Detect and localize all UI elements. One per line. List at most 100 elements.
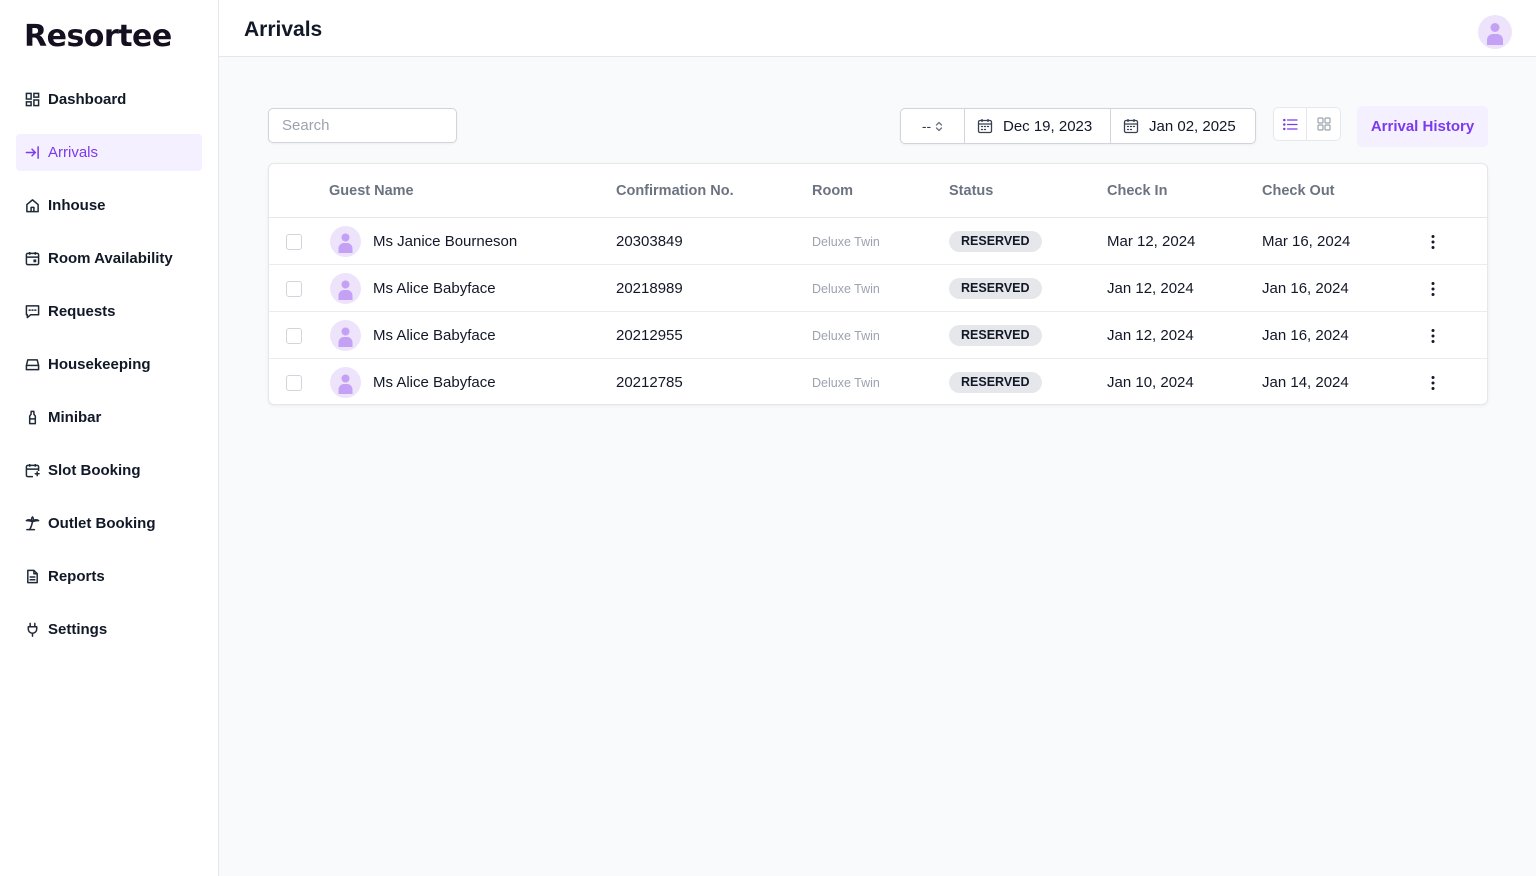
sidebar-item-outlet-booking[interactable]: Outlet Booking — [16, 505, 202, 542]
table-row[interactable]: Ms Janice Bourneson 20303849 Deluxe Twin… — [269, 218, 1487, 265]
palm-tree-icon — [24, 516, 40, 532]
guest-name: Ms Alice Babyface — [373, 327, 496, 344]
column-header-guest-name[interactable]: Guest Name — [329, 183, 414, 199]
sidebar-item-room-availability[interactable]: Room Availability — [16, 240, 202, 277]
status-badge: RESERVED — [949, 325, 1042, 346]
calendar-icon — [977, 119, 993, 134]
arrival-icon — [24, 145, 40, 161]
sidebar-item-dashboard[interactable]: Dashboard — [16, 81, 202, 118]
sidebar-item-label: Dashboard — [48, 91, 127, 108]
list-icon — [1282, 118, 1298, 130]
sidebar-item-inhouse[interactable]: Inhouse — [16, 187, 202, 224]
check-out-date: Jan 16, 2024 — [1262, 327, 1349, 344]
arrivals-table: Guest Name Confirmation No. Room Status … — [268, 163, 1488, 405]
dashboard-icon — [24, 92, 40, 108]
confirmation-number: 20212785 — [616, 374, 683, 391]
bottle-icon — [24, 410, 40, 426]
sidebar: Resortee Dashboard Arrivals Inhouse Room… — [0, 0, 219, 876]
confirmation-number: 20303849 — [616, 233, 683, 250]
calendar-icon — [1123, 119, 1139, 134]
room-type: Deluxe Twin — [812, 329, 880, 343]
home-icon — [24, 198, 40, 214]
sidebar-item-label: Housekeeping — [48, 356, 151, 373]
sidebar-item-slot-booking[interactable]: Slot Booking — [16, 452, 202, 489]
guest-avatar — [330, 367, 361, 398]
check-in-date: Jan 12, 2024 — [1107, 280, 1194, 297]
row-checkbox[interactable] — [286, 281, 302, 297]
column-header-status[interactable]: Status — [949, 183, 993, 199]
kebab-menu-icon — [1431, 282, 1435, 296]
column-header-confirmation[interactable]: Confirmation No. — [616, 183, 734, 199]
table-header: Guest Name Confirmation No. Room Status … — [269, 164, 1487, 218]
guest-name: Ms Janice Bourneson — [373, 233, 518, 250]
sidebar-item-label: Inhouse — [48, 197, 106, 214]
brand-name: Resortee — [24, 19, 172, 54]
kebab-menu-icon — [1431, 329, 1435, 343]
calendar-icon — [24, 251, 40, 267]
check-in-date: Mar 12, 2024 — [1107, 233, 1196, 250]
column-header-room[interactable]: Room — [812, 183, 853, 199]
end-date-button[interactable]: Jan 02, 2025 — [1111, 109, 1255, 143]
user-avatar-icon — [338, 233, 353, 253]
row-checkbox[interactable] — [286, 328, 302, 344]
search-input[interactable] — [268, 108, 457, 143]
sidebar-item-label: Reports — [48, 568, 105, 585]
date-range-picker: -- Dec 19, 2023 Jan 02, 2025 — [900, 108, 1256, 144]
table-row[interactable]: Ms Alice Babyface 20212955 Deluxe Twin R… — [269, 312, 1487, 359]
top-header: Arrivals — [219, 0, 1536, 57]
start-date-value: Dec 19, 2023 — [1003, 117, 1093, 135]
sidebar-item-label: Minibar — [48, 409, 102, 426]
user-avatar[interactable] — [1478, 15, 1512, 49]
column-header-check-out[interactable]: Check Out — [1262, 183, 1335, 199]
status-badge: RESERVED — [949, 231, 1042, 252]
confirmation-number: 20212955 — [616, 327, 683, 344]
check-in-date: Jan 12, 2024 — [1107, 327, 1194, 344]
row-actions-button[interactable] — [1423, 231, 1443, 253]
arrival-history-button[interactable]: Arrival History — [1357, 106, 1488, 147]
user-avatar-icon — [1487, 23, 1503, 45]
status-badge: RESERVED — [949, 372, 1042, 393]
sidebar-item-label: Settings — [48, 621, 108, 638]
row-actions-button[interactable] — [1423, 325, 1443, 347]
sidebar-item-label: Slot Booking — [48, 462, 141, 479]
status-badge: RESERVED — [949, 278, 1042, 299]
sidebar-item-settings[interactable]: Settings — [16, 611, 202, 648]
row-actions-button[interactable] — [1423, 372, 1443, 394]
list-view-button[interactable] — [1274, 108, 1308, 140]
table-row[interactable]: Ms Alice Babyface 20218989 Deluxe Twin R… — [269, 265, 1487, 312]
guest-avatar — [330, 273, 361, 304]
start-date-button[interactable]: Dec 19, 2023 — [965, 109, 1111, 143]
end-date-value: Jan 02, 2025 — [1149, 117, 1236, 135]
grid-icon — [1316, 117, 1331, 131]
room-type: Deluxe Twin — [812, 282, 880, 296]
row-actions-button[interactable] — [1423, 278, 1443, 300]
message-icon — [24, 304, 40, 320]
sidebar-item-requests[interactable]: Requests — [16, 293, 202, 330]
document-icon — [24, 569, 40, 585]
guest-name: Ms Alice Babyface — [373, 374, 496, 391]
check-out-date: Jan 16, 2024 — [1262, 280, 1349, 297]
check-out-date: Mar 16, 2024 — [1262, 233, 1351, 250]
sidebar-item-reports[interactable]: Reports — [16, 558, 202, 595]
sidebar-item-arrivals[interactable]: Arrivals — [16, 134, 202, 171]
kebab-menu-icon — [1431, 235, 1435, 249]
sidebar-item-minibar[interactable]: Minibar — [16, 399, 202, 436]
column-header-check-in[interactable]: Check In — [1107, 183, 1167, 199]
plug-icon — [24, 622, 40, 638]
sidebar-item-label: Room Availability — [48, 250, 173, 267]
sidebar-item-label: Requests — [48, 303, 116, 320]
row-checkbox[interactable] — [286, 234, 302, 250]
chevron-up-down-icon — [935, 121, 943, 132]
room-type: Deluxe Twin — [812, 376, 880, 390]
grid-view-button[interactable] — [1307, 108, 1340, 140]
tray-icon — [24, 357, 40, 373]
sidebar-item-housekeeping[interactable]: Housekeeping — [16, 346, 202, 383]
confirmation-number: 20218989 — [616, 280, 683, 297]
brand-logo[interactable]: Resortee — [24, 20, 172, 54]
guest-avatar — [330, 320, 361, 351]
date-preset-select[interactable]: -- — [901, 109, 965, 143]
row-checkbox[interactable] — [286, 375, 302, 391]
sidebar-item-label: Outlet Booking — [48, 515, 156, 532]
table-row[interactable]: Ms Alice Babyface 20212785 Deluxe Twin R… — [269, 359, 1487, 404]
room-type: Deluxe Twin — [812, 235, 880, 249]
